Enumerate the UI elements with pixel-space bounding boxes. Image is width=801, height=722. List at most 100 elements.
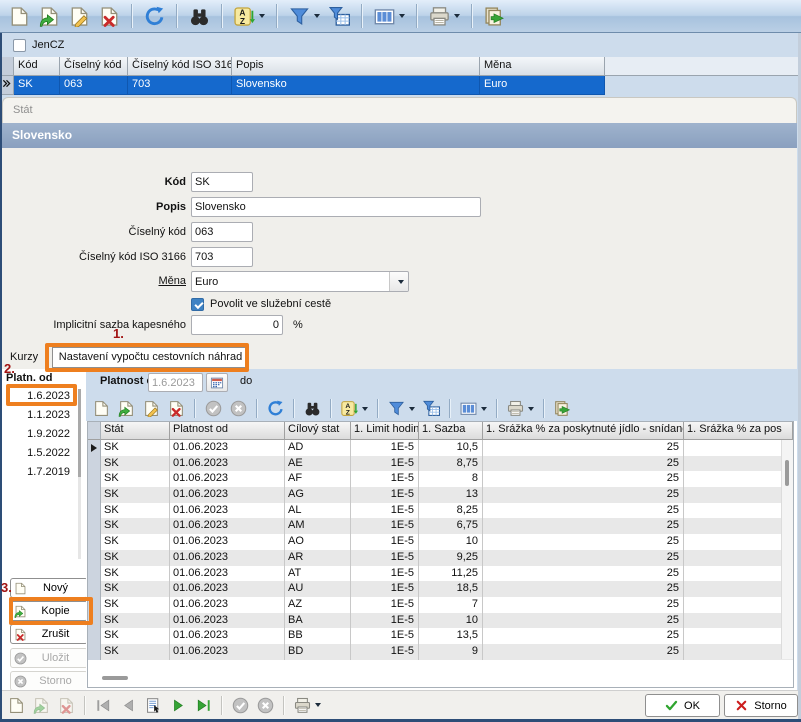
toolbar-separator [496, 399, 498, 418]
mena-select[interactable]: Euro [191, 271, 409, 292]
grid-row[interactable]: SK 01.06.2023 AF 1E-5 8 25 [88, 471, 793, 487]
next-record-button[interactable] [167, 695, 190, 716]
refresh-button[interactable] [141, 4, 168, 29]
grid-delete-button[interactable] [165, 398, 188, 419]
columns-button[interactable] [371, 4, 408, 29]
cell-stat: SK [101, 534, 170, 550]
cell-sazba: 8 [419, 471, 483, 487]
grid-column-srazka-snidane[interactable]: 1. Srážka % za poskytnuté jídlo - snídan… [483, 422, 684, 440]
grid-row[interactable]: SK 01.06.2023 AM 1E-5 6,75 25 [88, 518, 793, 534]
grid-filter-grid-button[interactable] [420, 398, 443, 419]
scrollbar-thumb[interactable] [78, 389, 81, 477]
novy-button[interactable]: Nový [10, 578, 88, 598]
sort-az-button[interactable] [231, 4, 268, 29]
grid-row[interactable]: SK 01.06.2023 BA 1E-5 10 25 [88, 613, 793, 629]
selected-country-row[interactable]: SK 063 703 Slovensko Euro [0, 76, 801, 95]
column-header-mena[interactable]: Měna [480, 57, 605, 76]
grid-copy-button[interactable] [115, 398, 138, 419]
grid-new-button[interactable] [90, 398, 113, 419]
copy-icon [118, 400, 135, 417]
grid-row[interactable]: SK 01.06.2023 AT 1E-5 11,25 25 [88, 566, 793, 582]
grid-row[interactable]: SK 01.06.2023 AU 1E-5 18,5 25 [88, 581, 793, 597]
grid-export-button[interactable] [551, 398, 574, 419]
grid-row[interactable]: SK 01.06.2023 AZ 1E-5 7 25 [88, 597, 793, 613]
cell-cilovy-stat: BD [285, 644, 351, 660]
print-icon [294, 697, 311, 714]
bottom-new-button[interactable] [5, 695, 28, 716]
grid-edit-button[interactable] [140, 398, 163, 419]
copy-icon [33, 697, 50, 714]
grid-sort-az-button[interactable] [338, 398, 371, 419]
grid-horizontal-scrollbar[interactable] [102, 676, 128, 680]
previous-record-button[interactable] [117, 695, 140, 716]
print-button[interactable] [426, 4, 463, 29]
calendar-button[interactable] [206, 373, 228, 392]
grid-row[interactable]: SK 01.06.2023 AL 1E-5 8,25 25 [88, 503, 793, 519]
grid-vertical-scrollbar[interactable] [781, 440, 793, 659]
grid-row[interactable]: SK 01.06.2023 AO 1E-5 10 25 [88, 534, 793, 550]
record-detail-button[interactable] [142, 695, 165, 716]
kapesne-input[interactable] [191, 315, 283, 335]
row-filler [605, 76, 801, 95]
date-list-scrollbar[interactable] [78, 389, 81, 559]
delete-button[interactable] [96, 4, 123, 29]
column-header-iso[interactable]: Číselný kód ISO 3166 [128, 57, 232, 76]
kod-input[interactable] [191, 172, 253, 192]
date-list-item[interactable]: 1.1.2023 [2, 406, 76, 425]
grid-filter-button[interactable] [385, 398, 418, 419]
column-header-ciselny-kod[interactable]: Číselný kód [60, 57, 128, 76]
bottom-print-button[interactable] [291, 695, 324, 716]
storno-button[interactable]: Storno [724, 694, 798, 717]
grid-row[interactable]: SK 01.06.2023 BD 1E-5 9 25 [88, 644, 793, 660]
ok-button[interactable]: OK [645, 694, 720, 717]
cell-limit-hodin: 1E-5 [351, 628, 419, 644]
grid-refresh-button[interactable] [264, 398, 287, 419]
edit-button[interactable] [66, 4, 93, 29]
last-record-button[interactable] [192, 695, 215, 716]
date-list-item[interactable]: 1.7.2019 [2, 463, 76, 482]
grid-column-sazba[interactable]: 1. Sazba [419, 422, 483, 440]
column-header-kod[interactable]: Kód [14, 57, 60, 76]
grid-row[interactable]: SK 01.06.2023 AR 1E-5 9,25 25 [88, 550, 793, 566]
rates-grid-header: Stát Platnost od Cílový stat 1. Limit ho… [88, 422, 793, 440]
zrusit-button[interactable]: Zrušit [10, 624, 88, 644]
grid-print-button[interactable] [504, 398, 537, 419]
jencz-checkbox[interactable] [13, 39, 26, 52]
grid-column-stat[interactable]: Stát [101, 422, 170, 440]
search-button[interactable] [186, 4, 213, 29]
cell-limit-hodin: 1E-5 [351, 456, 419, 472]
grid-accept-button [202, 398, 225, 419]
grid-column-cilovy-stat[interactable]: Cílový stat [285, 422, 351, 440]
povolit-checkbox[interactable] [191, 298, 204, 311]
export-button[interactable] [481, 4, 508, 29]
grid-search-button[interactable] [301, 398, 324, 419]
grid-row[interactable]: SK 01.06.2023 BB 1E-5 13,5 25 [88, 628, 793, 644]
cell-cilovy-stat: AG [285, 487, 351, 503]
filter-button[interactable] [286, 4, 323, 29]
ciselny-kod-input[interactable] [191, 222, 253, 242]
last-record-icon [195, 697, 212, 714]
new-button[interactable] [6, 4, 33, 29]
grid-columns-button[interactable] [457, 398, 490, 419]
grid-row[interactable]: SK 01.06.2023 AE 1E-5 8,75 25 [88, 456, 793, 472]
cell-mena: Euro [480, 76, 605, 95]
popis-input[interactable] [191, 197, 481, 217]
grid-row[interactable]: SK 01.06.2023 AD 1E-5 10,5 25 [88, 440, 793, 456]
platnost-od-input[interactable] [148, 373, 203, 392]
filter-grid-button[interactable] [326, 4, 353, 29]
grid-column-platnost-od[interactable]: Platnost od [170, 422, 285, 440]
grid-column-srazka-2[interactable]: 1. Srážka % za pos [684, 422, 793, 440]
copy-button[interactable] [36, 4, 63, 29]
filter-icon [388, 400, 405, 417]
cell-sazba: 10,5 [419, 440, 483, 456]
first-record-button[interactable] [92, 695, 115, 716]
scrollbar-thumb[interactable] [785, 460, 789, 486]
mena-label[interactable]: Měna [2, 271, 186, 291]
iso-kod-input[interactable] [191, 247, 253, 267]
date-list-item[interactable]: 1.5.2022 [2, 444, 76, 463]
column-header-popis[interactable]: Popis [232, 57, 480, 76]
grid-column-limit-hodin[interactable]: 1. Limit hodin [351, 422, 419, 440]
mena-dropdown-button[interactable] [389, 272, 408, 291]
date-list-item[interactable]: 1.9.2022 [2, 425, 76, 444]
grid-row[interactable]: SK 01.06.2023 AG 1E-5 13 25 [88, 487, 793, 503]
